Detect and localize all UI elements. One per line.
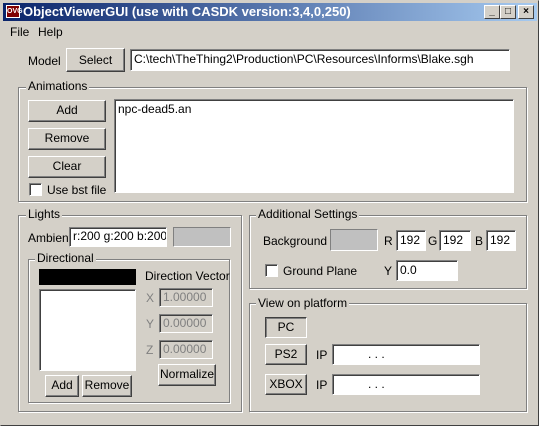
ps2-button[interactable]: PS2 <box>265 344 307 365</box>
ambient-label: Ambient <box>28 231 73 245</box>
xbox-ip-field[interactable]: . . . <box>332 374 480 395</box>
background-b-field[interactable]: 192 <box>486 230 516 251</box>
menu-file[interactable]: File <box>10 25 29 39</box>
minimize-button[interactable]: _ <box>484 5 500 19</box>
pc-button[interactable]: PC <box>265 317 307 338</box>
ambient-color-swatch[interactable] <box>173 227 231 247</box>
remove-light-button[interactable]: Remove <box>82 375 132 397</box>
menu-help[interactable]: Help <box>38 25 63 39</box>
background-label: Background <box>263 234 328 248</box>
remove-animation-button[interactable]: Remove <box>28 128 106 150</box>
main-window: OVG ObjectViewerGUI (use with CASDK vers… <box>0 0 539 426</box>
direction-vector-label: Direction Vector <box>145 269 230 283</box>
window-title: ObjectViewerGUI (use with CASDK version:… <box>23 4 351 19</box>
app-icon: OVG <box>6 5 23 18</box>
background-g-field[interactable]: 192 <box>439 230 471 251</box>
r-label: R <box>384 234 393 248</box>
xbox-button[interactable]: XBOX <box>265 374 307 395</box>
platform-group-label: View on platform <box>256 296 350 310</box>
z-label: Z <box>146 343 154 357</box>
xbox-ip-label: IP <box>316 378 328 392</box>
y-label: Y <box>146 317 155 331</box>
use-bst-label: Use bst file <box>47 183 107 197</box>
ground-y-label: Y <box>384 264 393 278</box>
normalize-button[interactable]: Normalize <box>158 364 216 386</box>
animation-list-item[interactable]: npc-dead5.an <box>118 102 510 116</box>
maximize-button[interactable]: □ <box>500 5 516 19</box>
directional-group-label: Directional <box>35 251 96 265</box>
close-button[interactable]: × <box>518 5 534 19</box>
ground-plane-checkbox[interactable] <box>265 264 278 277</box>
lights-group-label: Lights <box>26 207 63 221</box>
ps2-ip-label: IP <box>316 348 328 362</box>
b-label: B <box>475 234 484 248</box>
model-path-field[interactable]: C:\tech\TheThing2\Production\PC\Resource… <box>130 49 510 71</box>
animations-group-label: Animations <box>26 79 90 93</box>
select-model-button[interactable]: Select <box>66 48 125 72</box>
ground-y-field[interactable]: 0.0 <box>396 260 458 281</box>
additional-settings-label: Additional Settings <box>256 207 360 221</box>
directional-light-list[interactable] <box>39 289 136 371</box>
ground-plane-label: Ground Plane <box>283 264 358 278</box>
ambient-field[interactable]: r:200 g:200 b:200 <box>69 227 167 247</box>
animation-list[interactable]: npc-dead5.an <box>114 99 514 193</box>
ps2-ip-field[interactable]: . . . <box>332 344 480 365</box>
direction-y-field[interactable]: 0.00000 <box>159 314 213 333</box>
x-label: X <box>146 291 155 305</box>
model-label: Model <box>28 54 61 68</box>
direction-x-field[interactable]: 1.00000 <box>159 288 213 307</box>
directional-color-bar[interactable] <box>39 269 136 285</box>
background-color-swatch[interactable] <box>330 229 378 251</box>
background-r-field[interactable]: 192 <box>396 230 426 251</box>
clear-animations-button[interactable]: Clear <box>28 156 106 178</box>
g-label: G <box>428 234 438 248</box>
use-bst-checkbox[interactable] <box>29 183 42 196</box>
direction-z-field[interactable]: 0.00000 <box>159 340 213 359</box>
add-light-button[interactable]: Add <box>45 375 79 397</box>
add-animation-button[interactable]: Add <box>28 100 106 122</box>
title-bar[interactable]: OVG ObjectViewerGUI (use with CASDK vers… <box>3 3 537 21</box>
